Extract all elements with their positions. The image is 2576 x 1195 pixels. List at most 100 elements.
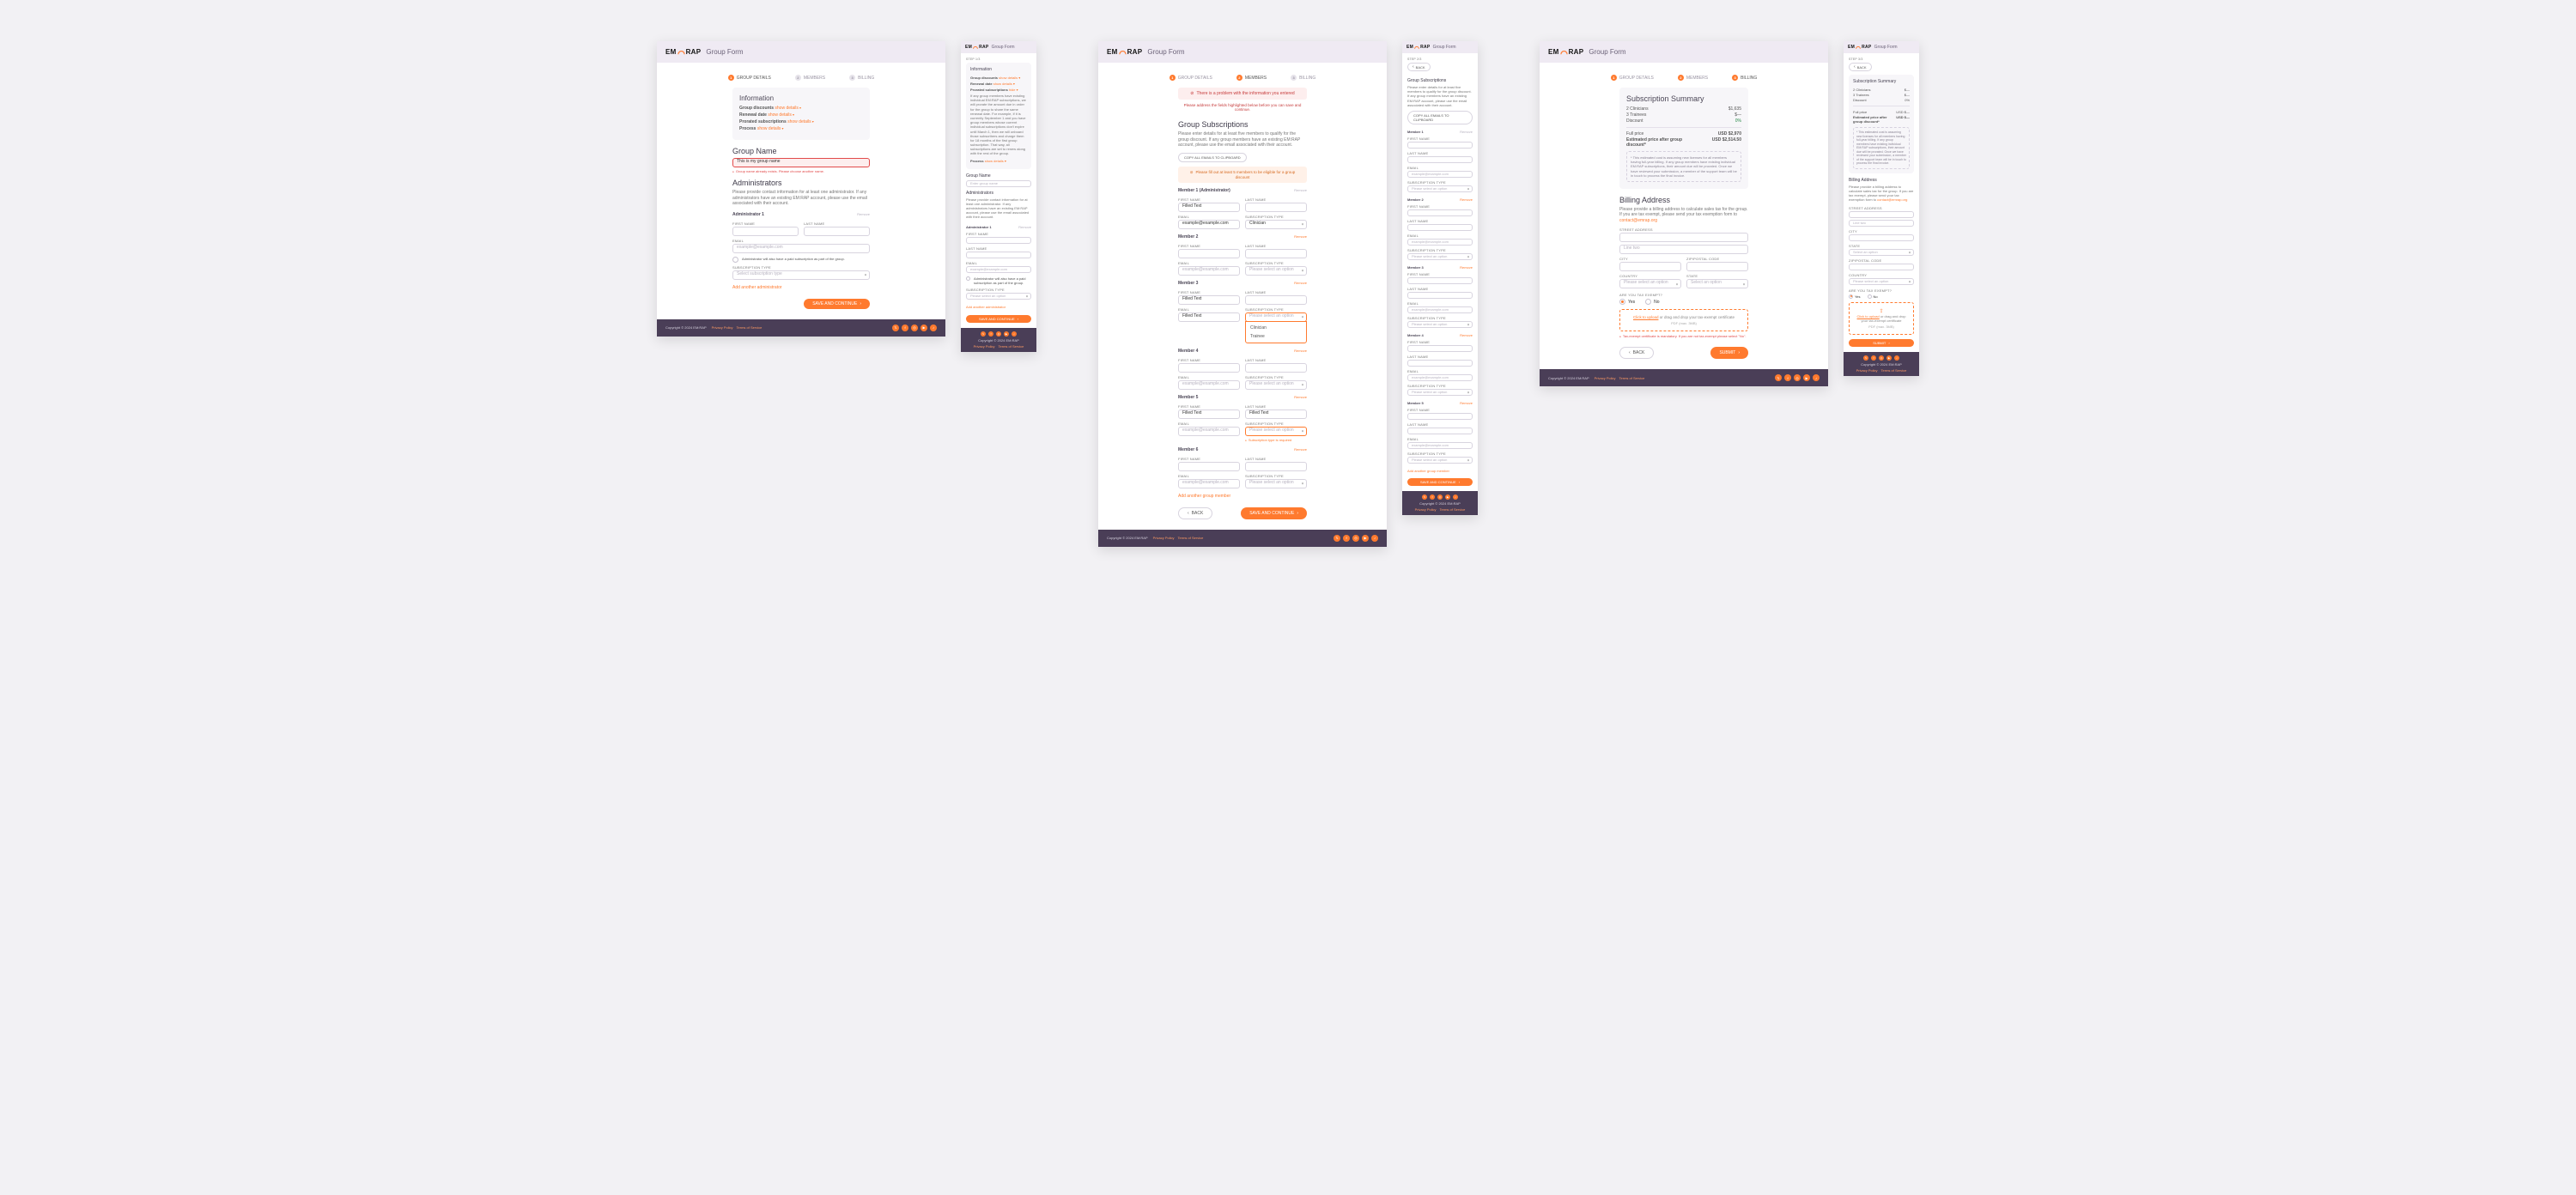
upload-dropzone[interactable]: ⇪ Click to upload or drag and drop your … (1849, 302, 1914, 335)
social-instagram-icon[interactable]: ◎ (911, 325, 918, 331)
state-select[interactable]: Select an option (1686, 279, 1748, 288)
save-continue-button[interactable]: SAVE AND CONTINUE (1407, 478, 1473, 486)
tax-no-radio[interactable]: No (1645, 299, 1659, 305)
copy-emails-button[interactable]: COPY ALL EMAILS TO CLIPBOARD (1407, 111, 1473, 124)
social-youtube-icon[interactable]: ▶ (1004, 331, 1009, 337)
group-name-input[interactable]: This is my group name (732, 158, 870, 167)
tab-group-details[interactable]: 1GROUP DETAILS (1170, 75, 1212, 81)
remove-admin-link[interactable]: Remove (1018, 225, 1031, 229)
save-continue-button[interactable]: SAVE AND CONTINUE (966, 315, 1031, 323)
zip-input[interactable] (1686, 262, 1748, 271)
privacy-link[interactable]: Privacy Policy (974, 344, 995, 349)
subscription-type-select-open[interactable]: Please select an option (1245, 312, 1307, 322)
add-admin-link[interactable]: Add another administrator (966, 305, 1005, 309)
tab-billing[interactable]: 3BILLING (1291, 75, 1315, 81)
save-continue-button[interactable]: SAVE AND CONTINUE (804, 299, 870, 309)
show-process-link[interactable]: show details (757, 126, 784, 131)
tab-group-details[interactable]: 1GROUP DETAILS (1611, 75, 1654, 81)
step1-mobile: EMRAPGroup Form STEP 1/3 Information Gro… (961, 41, 1036, 352)
subscription-type-select[interactable]: Clinician (1245, 220, 1307, 229)
social-tiktok-icon[interactable]: ♪ (930, 325, 937, 331)
first-name-input[interactable] (732, 227, 799, 236)
city-input[interactable] (1619, 262, 1681, 271)
hide-prorated-link[interactable]: hide (1009, 88, 1018, 92)
logo: EM RAP (665, 48, 701, 56)
contact-email-link[interactable]: contact@emrap.org (1619, 218, 1657, 223)
tab-group-details[interactable]: 1GROUP DETAILS (728, 75, 771, 81)
subscription-type-select[interactable]: Select subscription type (732, 270, 870, 280)
social-facebook-icon[interactable]: f (988, 331, 993, 337)
cert-error: Tax-exempt certificate is mandatory. If … (1619, 334, 1748, 338)
step3-desktop: EMRAPGroup Form 1GROUP DETAILS 2MEMBERS … (1540, 41, 1828, 386)
social-twitter-icon[interactable]: 𝕏 (892, 325, 899, 331)
social-youtube-icon[interactable]: ▶ (920, 325, 927, 331)
remove-member-link[interactable]: Remove (1294, 447, 1307, 452)
save-continue-button[interactable]: SAVE AND CONTINUE (1241, 507, 1307, 519)
tos-link[interactable]: Terms of Service (999, 344, 1024, 349)
email-input[interactable]: example@example.com (732, 244, 870, 253)
header: EM RAP Group Form (657, 41, 945, 63)
remove-member-link[interactable]: Remove (1294, 349, 1307, 353)
remove-member-link[interactable]: Remove (1294, 188, 1307, 192)
footer: Copyright © 2024 EM:RAP Privacy PolicyTe… (657, 319, 945, 337)
social-instagram-icon[interactable]: ◎ (996, 331, 1001, 337)
email-input[interactable]: example@example.com (966, 266, 1031, 273)
upload-dropzone[interactable]: Click to upload or drag and drop your ta… (1619, 309, 1748, 331)
back-button[interactable]: BACK (1178, 507, 1212, 519)
group-name-input[interactable]: Enter group name (966, 180, 1031, 187)
back-button[interactable]: BACK (1407, 63, 1431, 71)
copy-emails-button[interactable]: COPY ALL EMAILS TO CLIPBOARD (1178, 153, 1247, 162)
step-tabs: 1GROUP DETAILS 2MEMBERS 3BILLING (665, 75, 937, 81)
group-name-heading: Group Name (732, 147, 870, 155)
sun-icon (677, 48, 685, 56)
subtype-required-error: Subscription type is required (1245, 438, 1307, 442)
show-discounts-link[interactable]: show details (775, 106, 801, 111)
last-name-input[interactable] (804, 227, 870, 236)
show-renewal-link[interactable]: show details (768, 112, 794, 118)
show-discounts-link[interactable]: show details (999, 76, 1020, 80)
submit-button[interactable]: SUBMIT (1849, 339, 1914, 347)
admin-paid-checkbox[interactable]: Administrator will also have a paid subs… (966, 276, 1031, 285)
tax-yes-radio[interactable]: Yes (1849, 294, 1861, 299)
back-button[interactable]: BACK (1619, 347, 1654, 359)
tax-yes-radio[interactable]: Yes (1619, 299, 1635, 305)
show-prorated-link[interactable]: show details (787, 119, 814, 124)
show-renewal-link[interactable]: show details (993, 82, 1015, 86)
tax-no-radio[interactable]: No (1868, 294, 1878, 299)
info-heading: Information (739, 94, 863, 102)
tab-billing[interactable]: 3BILLING (849, 75, 874, 81)
tab-members[interactable]: 2MEMBERS (1678, 75, 1708, 81)
remove-member-link[interactable]: Remove (1294, 234, 1307, 239)
add-admin-link[interactable]: Add another administrator (732, 285, 782, 290)
subscription-type-select[interactable]: Please select an option (966, 293, 1031, 300)
tos-link[interactable]: Terms of Service (737, 325, 762, 330)
street2-input[interactable]: Line two (1619, 245, 1748, 254)
add-member-link[interactable]: Add another group member (1178, 494, 1230, 499)
header-title: Group Form (706, 48, 743, 56)
last-name-input[interactable] (966, 252, 1031, 258)
remove-admin-link[interactable]: Remove (857, 212, 870, 216)
street-input[interactable] (1619, 233, 1748, 242)
subscription-type-options[interactable]: Clinician Trainee (1245, 321, 1307, 343)
summary-panel: Subscription Summary 2 Clinicians$1,635 … (1619, 88, 1748, 189)
social-facebook-icon[interactable]: f (902, 325, 908, 331)
country-select[interactable]: Please select an option (1619, 279, 1681, 288)
tab-members[interactable]: 2MEMBERS (795, 75, 825, 81)
email-input[interactable]: example@example.com (1178, 220, 1240, 229)
step3-mobile: EMRAPGroup Form STEP 3/3 BACK Subscripti… (1844, 41, 1919, 376)
show-process-link[interactable]: show details (985, 159, 1006, 163)
social-twitter-icon[interactable]: 𝕏 (981, 331, 986, 337)
submit-button[interactable]: SUBMIT (1710, 347, 1748, 359)
add-member-link[interactable]: Add another group member (1407, 469, 1449, 473)
privacy-link[interactable]: Privacy Policy (712, 325, 733, 330)
remove-member-link[interactable]: Remove (1294, 395, 1307, 399)
admin-paid-checkbox[interactable]: Administrator will also have a paid subs… (732, 257, 870, 263)
back-button[interactable]: BACK (1849, 63, 1872, 71)
tab-billing[interactable]: 3BILLING (1732, 75, 1757, 81)
first-name-input[interactable] (966, 237, 1031, 244)
remove-member-link[interactable]: Remove (1294, 281, 1307, 285)
first-name-input[interactable]: Filled Text (1178, 203, 1240, 212)
last-name-input[interactable] (1245, 203, 1307, 212)
social-tiktok-icon[interactable]: ♪ (1012, 331, 1017, 337)
tab-members[interactable]: 2MEMBERS (1236, 75, 1267, 81)
